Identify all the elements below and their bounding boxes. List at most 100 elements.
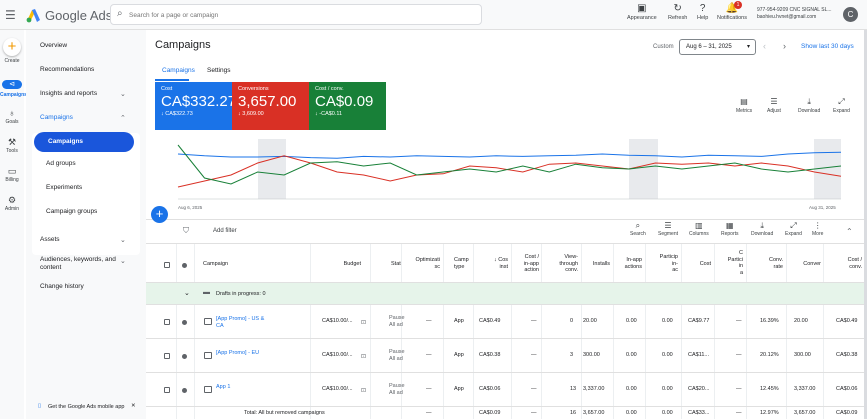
- th-campaign[interactable]: Campaign: [203, 261, 228, 268]
- help-button[interactable]: ? Help: [697, 3, 708, 21]
- appearance-icon: ▣: [637, 3, 647, 14]
- table-row[interactable]: [App Promo] - US & CA CA$10.00/... Pause A…: [146, 305, 867, 339]
- rail-campaigns[interactable]: Campaigns: [0, 92, 27, 98]
- nav-overview[interactable]: Overview: [40, 42, 67, 49]
- subnav-campaigns[interactable]: Campaigns: [34, 132, 134, 152]
- nav-recommendations[interactable]: Recommendations: [40, 66, 94, 73]
- close-icon[interactable]: ✕: [131, 403, 136, 409]
- nav-insights[interactable]: Insights and reports ⌄: [40, 90, 126, 98]
- cell-opt: —: [426, 386, 432, 392]
- rail-billing[interactable]: ▭ Billing: [0, 166, 24, 183]
- appearance-button[interactable]: ▣ Appearance: [627, 3, 657, 21]
- th-view-through[interactable]: View- through conv.: [544, 254, 578, 274]
- table-row[interactable]: App 1 CA$10.00/... Pause All ad — App CA$0.06…: [146, 373, 867, 407]
- next-range-icon[interactable]: ›: [783, 41, 786, 51]
- metrics-button[interactable]: ▤ Metrics: [736, 97, 752, 114]
- rail-goals[interactable]: ♁ Goals: [0, 108, 24, 125]
- kpi-cost-per-conv[interactable]: Cost / conv. CA$0.09 ↓ -CA$0.11: [309, 82, 386, 130]
- cell-budget: CA$10.00/...: [322, 386, 353, 392]
- cell-cost: CA$20...: [688, 386, 710, 392]
- th-cost[interactable]: Cost: [684, 261, 711, 268]
- th-conv-rate[interactable]: Conv. rate: [749, 257, 783, 270]
- download-table-button[interactable]: ⤓ Download: [751, 221, 773, 237]
- expand-table-button[interactable]: ⤢ Expand: [785, 221, 802, 237]
- notifications-button[interactable]: 🔔 Notifications: [717, 3, 747, 21]
- status-dot-header: [182, 263, 187, 268]
- th-cost-install[interactable]: ↓ Cos inst: [476, 257, 508, 270]
- filter-icon[interactable]: ⛉: [183, 226, 189, 236]
- campaigns-icon[interactable]: ⊲: [2, 80, 22, 89]
- search-table-button[interactable]: ⌕ Search: [630, 221, 646, 237]
- cell-conv: 3,337.00: [794, 386, 816, 392]
- create-button[interactable]: +: [3, 38, 21, 56]
- subnav-campaign-groups[interactable]: Campaign groups: [46, 208, 97, 215]
- tab-settings[interactable]: Settings: [207, 67, 231, 74]
- adjust-button[interactable]: ☰ Adjust: [767, 97, 781, 114]
- columns-button[interactable]: ▥ Columns: [689, 221, 709, 237]
- drafts-row[interactable]: ⌄ ▬ Drafts in progress: 0: [146, 283, 867, 305]
- campaign-name-link[interactable]: [App Promo] - EU: [216, 350, 266, 357]
- rail-tools[interactable]: ⚒ Tools: [0, 137, 24, 154]
- tab-campaigns[interactable]: Campaigns: [162, 67, 195, 74]
- th-installs[interactable]: Installs: [582, 261, 610, 268]
- nav-audiences[interactable]: Audiences, keywords, and content ⌄: [40, 256, 126, 272]
- account-info[interactable]: 977-954-9209 CNC SIGNAL SL... baohieu.hv…: [757, 7, 832, 21]
- adjust-icon: ☰: [770, 97, 778, 106]
- th-optimization[interactable]: Optimizati sc: [405, 257, 440, 270]
- prev-range-icon[interactable]: ‹: [763, 41, 766, 51]
- edit-budget-icon[interactable]: ⊡: [361, 319, 366, 326]
- th-inapp-actions[interactable]: In-app actions: [614, 257, 642, 270]
- row-checkbox[interactable]: [164, 319, 170, 325]
- nav-assets[interactable]: Assets ⌄: [40, 236, 126, 244]
- chevron-up-icon: ⌃: [120, 115, 126, 122]
- date-range-select[interactable]: Aug 6 – 31, 2025 ▾: [679, 39, 756, 55]
- phone-icon: ▯: [38, 403, 42, 409]
- rail-admin[interactable]: ⚙ Admin: [0, 195, 24, 212]
- th-status[interactable]: Stat: [391, 261, 401, 268]
- expand-chart-button[interactable]: ⤢ Expand: [833, 97, 850, 114]
- columns-icon: ▥: [695, 221, 703, 230]
- th-cost-per-conv[interactable]: Cost / conv.: [826, 257, 862, 270]
- segment-button[interactable]: ☰ Segment: [658, 221, 678, 237]
- more-button[interactable]: ⋮ More: [812, 221, 823, 237]
- status-dot: [182, 388, 187, 393]
- kpi-cost[interactable]: Cost CA$332.27 ↓ CA$322.73: [155, 82, 236, 130]
- subnav-experiments[interactable]: Experiments: [46, 184, 82, 191]
- th-campaign-type[interactable]: Camp type: [454, 257, 469, 270]
- th-budget[interactable]: Budget: [331, 261, 361, 268]
- row-checkbox[interactable]: [164, 387, 170, 393]
- select-all-checkbox[interactable]: [164, 262, 170, 268]
- nav-campaigns[interactable]: Campaigns ⌃: [40, 114, 126, 122]
- th-participated-conv[interactable]: C Partici in a: [716, 250, 743, 276]
- google-ads-logo: [26, 9, 40, 23]
- th-conversions[interactable]: Conver: [789, 261, 821, 268]
- campaign-name-link[interactable]: [App Promo] - US & CA: [216, 316, 266, 329]
- add-filter-button[interactable]: Add filter: [213, 228, 237, 234]
- download-chart-button[interactable]: ⤓ Download: [798, 97, 820, 114]
- app-campaign-icon: [204, 386, 212, 393]
- search-box[interactable]: ⌕: [110, 4, 482, 25]
- avatar[interactable]: C: [843, 7, 858, 22]
- edit-budget-icon[interactable]: ⊡: [361, 387, 366, 394]
- th-participated-actions[interactable]: Particip in- ac: [646, 254, 678, 274]
- cell-rate: 12.45%: [760, 386, 779, 392]
- chevron-up-icon[interactable]: ⌃: [846, 227, 853, 236]
- reports-button[interactable]: ▦ Reports: [721, 221, 739, 237]
- row-checkbox[interactable]: [164, 353, 170, 359]
- refresh-button[interactable]: ↻ Refresh: [668, 3, 687, 21]
- add-campaign-button[interactable]: +: [151, 206, 168, 223]
- edit-budget-icon[interactable]: ⊡: [361, 353, 366, 360]
- search-input[interactable]: [129, 8, 469, 22]
- menu-icon[interactable]: ☰: [5, 8, 16, 22]
- kpi-conversions[interactable]: Conversions 3,657.00 ↓ 3,609.00: [232, 82, 309, 130]
- cell-installs: 3,337.00: [583, 386, 605, 392]
- nav-change-history[interactable]: Change history: [40, 283, 84, 290]
- cell-cost: CA$9.77: [688, 318, 710, 324]
- show-last-30-link[interactable]: Show last 30 days: [801, 43, 854, 50]
- chevron-down-icon[interactable]: ⌄: [184, 289, 190, 297]
- table-row[interactable]: [App Promo] - EU CA$10.00/... Pause All ad…: [146, 339, 867, 373]
- campaign-name-link[interactable]: App 1: [216, 384, 266, 391]
- subnav-ad-groups[interactable]: Ad groups: [46, 160, 76, 167]
- th-cost-inapp[interactable]: Cost / in-app action: [512, 254, 539, 274]
- search-icon: ⌕: [117, 8, 123, 19]
